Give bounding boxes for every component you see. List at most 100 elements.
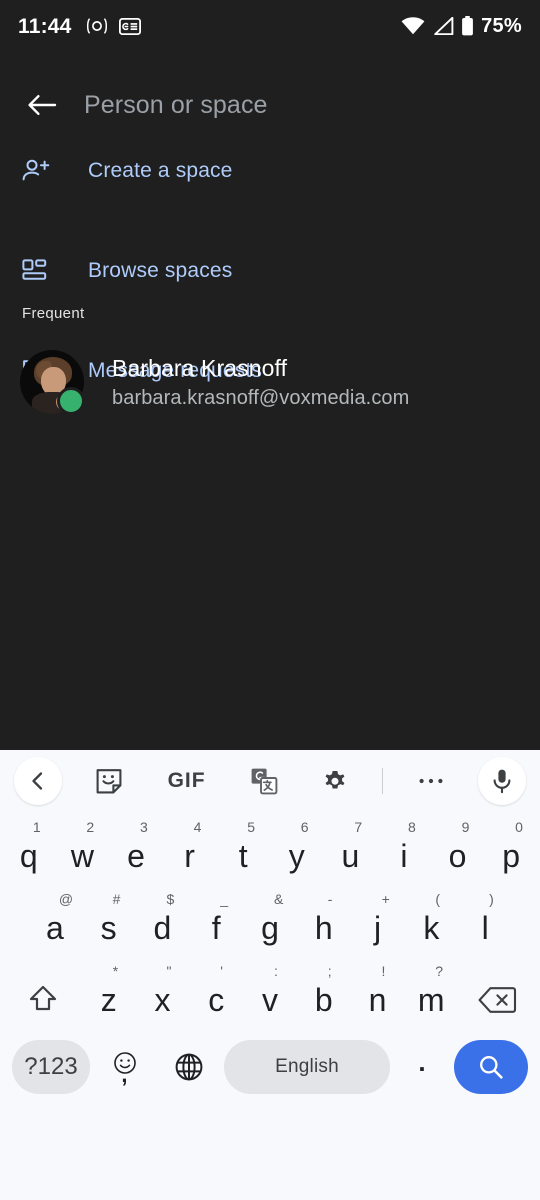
key-label: d (153, 910, 172, 946)
key-t[interactable]: 5 t (216, 812, 270, 884)
period-label: . (418, 1046, 426, 1077)
keyboard-row-2: @ a # s $ d _ f & g - h + j (k) l (2, 884, 538, 956)
keyboard-row-1: 1 q 2 w 3 e 4 r 5 t 6 y 7 u 8 i 9 o 0 p (2, 812, 538, 884)
keyboard-settings-button[interactable] (311, 757, 359, 805)
key-label: w (70, 838, 94, 874)
key-n[interactable]: ! n (351, 956, 405, 1028)
key-backspace[interactable] (458, 956, 536, 1028)
key-superscript: 7 (354, 819, 363, 835)
contact-name: Barbara Krasnoff (112, 354, 288, 381)
gear-icon (325, 771, 345, 789)
key-superscript: 9 (461, 819, 470, 835)
presence-indicator (57, 387, 85, 415)
key-m[interactable]: ? m (404, 956, 458, 1028)
translate-button[interactable] (240, 757, 288, 805)
key-l[interactable]: ) l (458, 884, 512, 956)
status-bar-left-icons (86, 17, 141, 35)
key-b[interactable]: ; b (297, 956, 351, 1028)
person-add-icon (22, 158, 64, 184)
key-search-enter[interactable] (454, 1040, 528, 1094)
key-x[interactable]: " x (136, 956, 190, 1028)
action-browse-spaces[interactable]: Browse spaces (0, 246, 540, 296)
key-e[interactable]: 3 e (109, 812, 163, 884)
status-bar-right-icons: 75% (401, 15, 522, 38)
keyboard-keys: 1 q 2 w 3 e 4 r 5 t 6 y 7 u 8 i 9 o 0 p … (0, 812, 540, 1196)
record-indicator-icon (86, 18, 107, 34)
wifi-icon (401, 17, 425, 35)
sticker-button[interactable] (85, 757, 133, 805)
key-label: y (288, 838, 305, 874)
battery-percent-label: 75% (481, 14, 522, 37)
arrow-back-icon (28, 95, 57, 115)
contact-list-item[interactable]: Barbara Krasnoff barbara.krasnoff@voxmed… (0, 344, 540, 420)
key-y[interactable]: 6 y (270, 812, 324, 884)
key-superscript: @ (58, 891, 74, 907)
key-r[interactable]: 4 r (163, 812, 217, 884)
key-j[interactable]: + j (351, 884, 405, 956)
key-period[interactable]: . (396, 1040, 448, 1094)
key-label: l (481, 910, 489, 946)
key-superscript: 3 (140, 819, 148, 835)
gboard-keyboard: GIF 1 q 2 w 3 e 4 r 5 t 6 y 7 u 8 i 9 o … (0, 750, 540, 1200)
key-z[interactable]: * z (82, 956, 136, 1028)
key-superscript: : (273, 963, 278, 979)
toolbar-expand-back-button[interactable] (14, 757, 62, 805)
key-q[interactable]: 1 q (2, 812, 56, 884)
key-label: c (208, 982, 225, 1018)
key-superscript: # (112, 891, 121, 907)
key-h[interactable]: - h (297, 884, 351, 956)
key-superscript: ) (489, 891, 494, 907)
section-header-frequent: Frequent (22, 305, 85, 322)
key-symbols-toggle[interactable]: ?123 (12, 1040, 90, 1094)
cellular-signal-icon (434, 17, 454, 35)
key-c[interactable]: ' c (189, 956, 243, 1028)
keyboard-row-4: ?123 , English . (2, 1028, 538, 1106)
status-bar: 11:44 75% (0, 0, 540, 52)
key-s[interactable]: # s (82, 884, 136, 956)
gif-label: GIF (167, 769, 206, 792)
key-w[interactable]: 2 w (56, 812, 110, 884)
key-u[interactable]: 7 u (324, 812, 378, 884)
key-label: a (45, 910, 64, 946)
key-superscript: & (274, 891, 284, 907)
key-f[interactable]: _ f (189, 884, 243, 956)
key-g[interactable]: & g (243, 884, 297, 956)
search-header (0, 74, 540, 136)
voice-input-button[interactable] (477, 757, 526, 805)
key-k[interactable]: ( k (404, 884, 458, 956)
more-options-button[interactable] (407, 757, 455, 805)
key-v[interactable]: : v (243, 956, 297, 1028)
key-a[interactable]: @ a (28, 884, 82, 956)
key-label: h (314, 910, 333, 946)
key-superscript: 0 (515, 819, 523, 835)
action-label: Create a space (88, 159, 233, 182)
key-superscript: * (112, 963, 119, 979)
key-language-switch[interactable] (160, 1040, 218, 1094)
key-spacebar[interactable]: English (224, 1040, 390, 1094)
back-button[interactable] (18, 81, 66, 129)
keyboard-row-3: * z " x ' c : v ; b ! n ? m (2, 956, 538, 1028)
gif-button[interactable]: GIF (157, 757, 217, 805)
key-i[interactable]: 8 i (377, 812, 431, 884)
key-shift[interactable] (4, 956, 82, 1028)
key-label: f (211, 910, 221, 946)
key-superscript: 5 (247, 819, 255, 835)
search-input[interactable] (84, 90, 522, 120)
action-create-a-space[interactable]: Create a space (0, 146, 540, 196)
keyboard-bottom-inset (2, 1106, 538, 1196)
contact-email: barbara.krasnoff@voxmedia.com (112, 386, 410, 409)
google-pay-card-icon (118, 17, 141, 35)
backspace-icon (478, 987, 517, 1013)
keyboard-toolbar: GIF (0, 750, 540, 812)
key-d[interactable]: $ d (136, 884, 190, 956)
chevron-left-icon (32, 772, 43, 790)
key-p[interactable]: 0 p (484, 812, 538, 884)
key-o[interactable]: 9 o (431, 812, 485, 884)
key-superscript: 1 (32, 819, 41, 835)
key-emoji[interactable]: , (96, 1040, 154, 1094)
google-translate-icon (251, 768, 278, 795)
contact-text: Barbara Krasnoff barbara.krasnoff@voxmed… (112, 355, 409, 410)
key-superscript: " (166, 963, 172, 979)
key-label: g (261, 910, 279, 946)
symbols-label: ?123 (24, 1053, 78, 1080)
